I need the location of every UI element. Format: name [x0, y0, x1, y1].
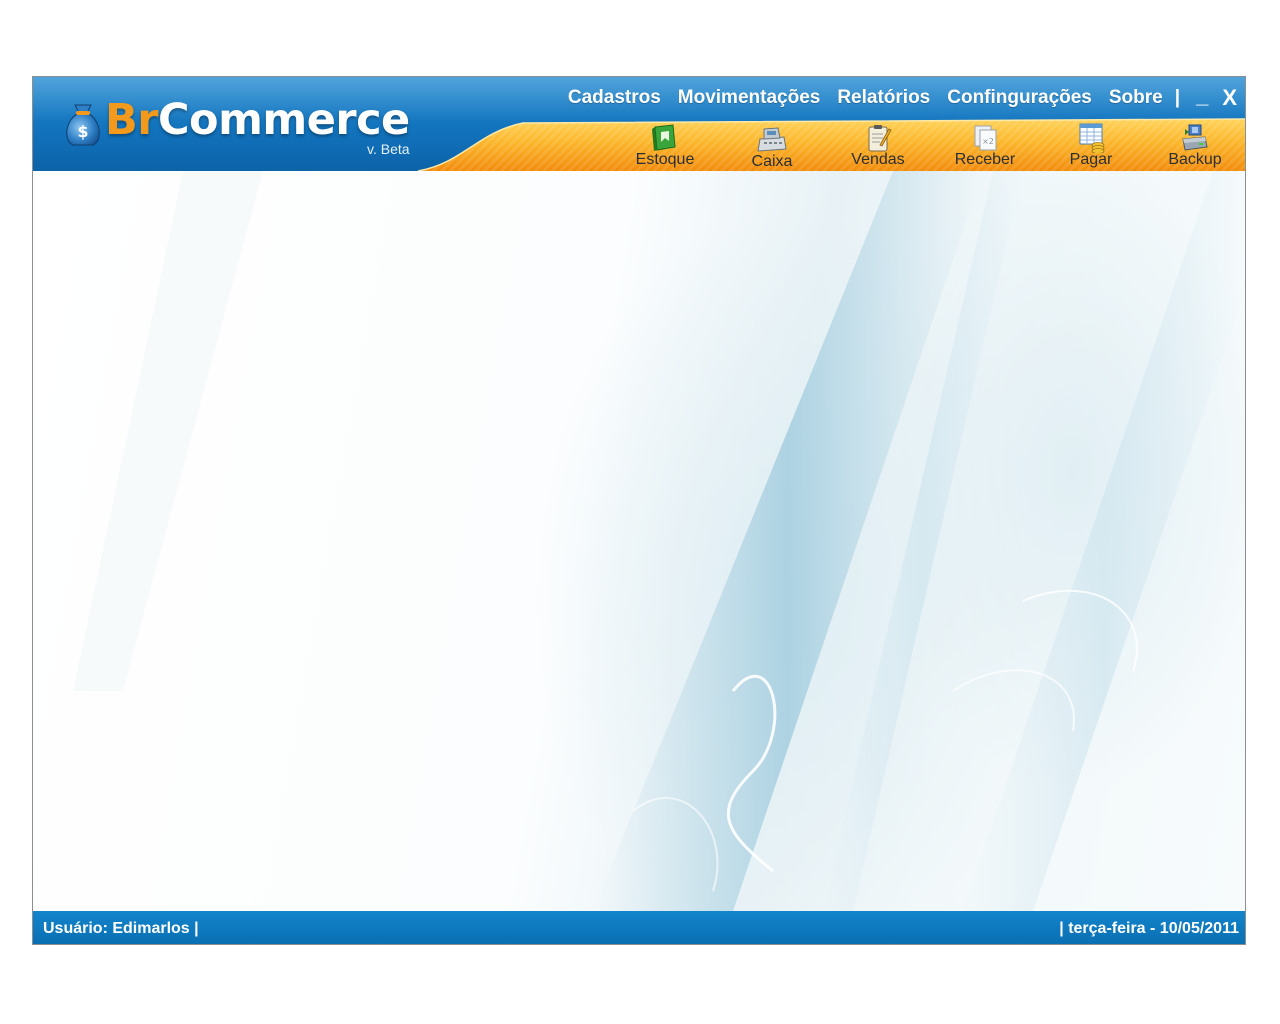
- toolbar-receber-button[interactable]: ×2 Receber: [935, 119, 1035, 171]
- book-icon: [652, 124, 676, 151]
- brand-logo: $ BrCommerce v. Beta: [61, 91, 421, 161]
- toolbar: Estoque Caixa Vendas ×2 Receber Pagar Ba…: [613, 119, 1245, 171]
- menu-cadastros[interactable]: Cadastros: [568, 87, 661, 109]
- minimize-button[interactable]: _: [1196, 85, 1208, 107]
- cash-register-icon: [757, 127, 787, 152]
- header: $ BrCommerce v. Beta Cadastros Movimenta…: [33, 77, 1245, 171]
- menu-sobre[interactable]: Sobre: [1109, 87, 1163, 109]
- documents-icon: ×2: [974, 125, 997, 151]
- toolbar-pagar-button[interactable]: Pagar: [1041, 119, 1141, 171]
- app-version: v. Beta: [367, 141, 410, 157]
- menu-separator: |: [1174, 87, 1181, 108]
- toolbar-vendas-label: Vendas: [851, 151, 905, 168]
- background-artwork: [73, 171, 1245, 911]
- status-user: Usuário: Edimarlos |: [43, 920, 199, 937]
- status-bar: Usuário: Edimarlos | | terça-feira - 10/…: [33, 911, 1245, 944]
- toolbar-receber-label: Receber: [954, 151, 1016, 168]
- toolbar-backup-button[interactable]: Backup: [1145, 119, 1245, 171]
- toolbar-caixa-label: Caixa: [751, 153, 793, 170]
- menu-movimentacoes[interactable]: Movimentações: [678, 87, 821, 109]
- status-date: | terça-feira - 10/05/2011: [1059, 920, 1239, 937]
- app-title: BrCommerce: [105, 95, 410, 145]
- menu-configuracoes[interactable]: Confingurações: [947, 87, 1092, 109]
- app-window: $ BrCommerce v. Beta Cadastros Movimenta…: [32, 76, 1246, 945]
- app-title-commerce: Commerce: [157, 95, 410, 145]
- top-menu: Cadastros Movimentações Relatórios Confi…: [551, 85, 1237, 111]
- toolbar-backup-label: Backup: [1168, 151, 1222, 168]
- toolbar-vendas-button[interactable]: Vendas: [828, 119, 928, 171]
- clipboard-pencil-icon: [868, 125, 892, 152]
- main-content-area: [33, 171, 1245, 911]
- toolbar-estoque-label: Estoque: [635, 151, 695, 168]
- backup-drive-icon: [1182, 124, 1208, 151]
- spreadsheet-coins-icon: [1079, 123, 1105, 153]
- money-bag-icon: $: [66, 104, 100, 146]
- toolbar-caixa-button[interactable]: Caixa: [722, 119, 822, 171]
- svg-text:$: $: [77, 122, 88, 141]
- app-title-br: Br: [105, 95, 158, 145]
- svg-text:×2: ×2: [982, 137, 994, 146]
- toolbar-pagar-label: Pagar: [1069, 151, 1113, 168]
- close-button[interactable]: X: [1222, 87, 1237, 109]
- toolbar-estoque-button[interactable]: Estoque: [615, 119, 715, 171]
- menu-relatorios[interactable]: Relatórios: [837, 87, 930, 109]
